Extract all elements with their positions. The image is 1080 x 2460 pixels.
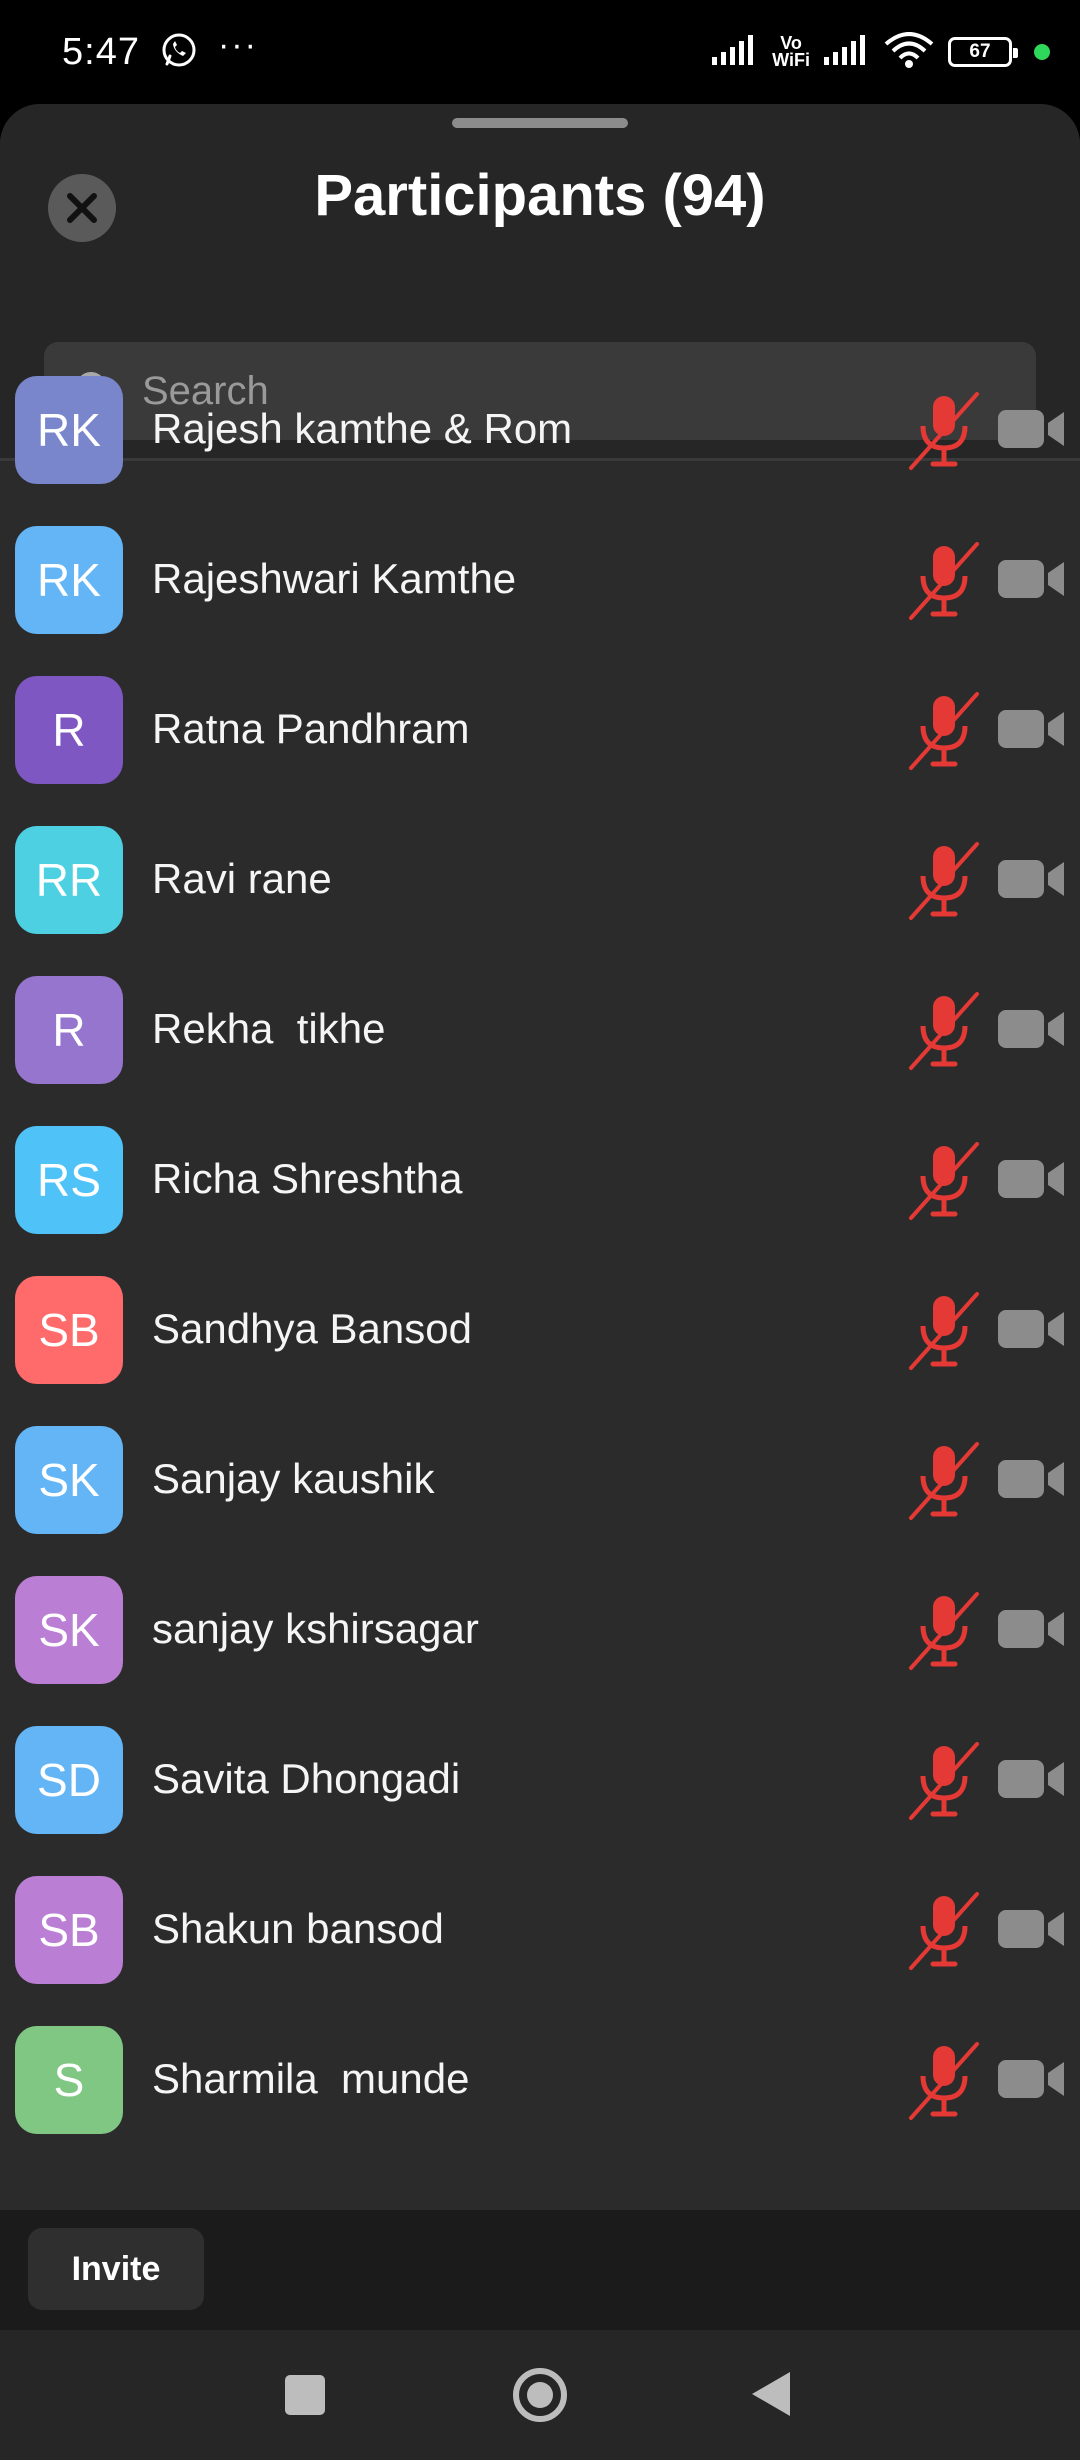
participant-row[interactable]: SD Savita Dhongadi: [0, 1704, 1080, 1854]
participant-row[interactable]: SB Shakun bansod: [0, 1854, 1080, 2004]
video-camera-icon[interactable]: [998, 706, 1066, 752]
recent-apps-icon[interactable]: [285, 2375, 325, 2415]
status-time: 5:47: [62, 30, 140, 73]
avatar: SK: [15, 1426, 123, 1534]
participant-name: Sharmila munde: [152, 2055, 470, 2102]
video-camera-icon[interactable]: [998, 1306, 1066, 1352]
footer-bar: Invite: [0, 2210, 1080, 2330]
avatar: RK: [15, 526, 123, 634]
vowifi-indicator: Vo WiFi: [772, 34, 810, 70]
whatsapp-icon: [160, 31, 198, 74]
status-bar: 5:47 ··· Vo WiFi 67: [0, 0, 1080, 104]
participant-name: sanjay kshirsagar: [152, 1605, 479, 1652]
participant-name: Rekha tikhe: [152, 1005, 386, 1052]
signal-icon: [712, 34, 758, 70]
avatar: SK: [15, 1576, 123, 1684]
participant-row[interactable]: RR Ravi rane: [0, 804, 1080, 954]
avatar: R: [15, 976, 123, 1084]
participant-name: Ravi rane: [152, 855, 332, 902]
avatar: RK: [15, 376, 123, 484]
battery-icon: 67: [948, 37, 1018, 67]
participant-name: Richa Shreshtha: [152, 1155, 463, 1202]
video-camera-icon[interactable]: [998, 1906, 1066, 1952]
participant-row[interactable]: SK sanjay kshirsagar: [0, 1554, 1080, 1704]
signal-icon-2: [824, 34, 870, 70]
participant-name: Sanjay kaushik: [152, 1455, 435, 1502]
participant-name: Rajeshwari Kamthe: [152, 555, 517, 602]
video-camera-icon[interactable]: [998, 556, 1066, 602]
participant-row[interactable]: SK Sanjay kaushik: [0, 1404, 1080, 1554]
avatar: RS: [15, 1126, 123, 1234]
back-icon[interactable]: [752, 2372, 790, 2416]
video-camera-icon[interactable]: [998, 2056, 1066, 2102]
mic-muted-icon[interactable]: [905, 838, 985, 924]
participant-row[interactable]: RK Rajesh kamthe & Rom: [0, 354, 1080, 504]
mic-muted-icon[interactable]: [905, 1438, 985, 1524]
mic-muted-icon[interactable]: [905, 388, 985, 474]
mic-muted-icon[interactable]: [905, 1738, 985, 1824]
avatar: SB: [15, 1276, 123, 1384]
video-camera-icon[interactable]: [998, 1456, 1066, 1502]
privacy-indicator-dot: [1034, 44, 1050, 60]
video-camera-icon[interactable]: [998, 406, 1066, 452]
participant-name: Shakun bansod: [152, 1905, 444, 1952]
status-right: Vo WiFi 67: [712, 31, 1050, 73]
participant-name: Ratna Pandhram: [152, 705, 470, 752]
navigation-bar: [0, 2330, 1080, 2460]
avatar: R: [15, 676, 123, 784]
status-left: 5:47 ···: [62, 26, 258, 74]
participant-row[interactable]: R Ratna Pandhram: [0, 654, 1080, 804]
participant-row[interactable]: SB Sandhya Bansod: [0, 1254, 1080, 1404]
mic-muted-icon[interactable]: [905, 2038, 985, 2124]
avatar: RR: [15, 826, 123, 934]
avatar: S: [15, 2026, 123, 2134]
mic-muted-icon[interactable]: [905, 688, 985, 774]
video-camera-icon[interactable]: [998, 856, 1066, 902]
page-title: Participants (94): [314, 163, 766, 228]
participant-row[interactable]: RS Richa Shreshtha: [0, 1104, 1080, 1254]
mic-muted-icon[interactable]: [905, 538, 985, 624]
avatar: SB: [15, 1876, 123, 1984]
participant-name: Sandhya Bansod: [152, 1305, 472, 1352]
video-camera-icon[interactable]: [998, 1606, 1066, 1652]
participant-row[interactable]: R Rekha tikhe: [0, 954, 1080, 1104]
participant-list[interactable]: RK Rajesh kamthe & Rom RK Rajeshwari Kamthe…: [0, 354, 1080, 2154]
vowifi-bottom: WiFi: [772, 50, 810, 70]
participant-name: Rajesh kamthe & Rom: [152, 405, 573, 452]
mic-muted-icon[interactable]: [905, 1888, 985, 1974]
avatar: SD: [15, 1726, 123, 1834]
mic-muted-icon[interactable]: [905, 1288, 985, 1374]
home-icon[interactable]: [513, 2368, 567, 2422]
mic-muted-icon[interactable]: [905, 988, 985, 1074]
drag-handle[interactable]: [452, 118, 628, 128]
video-camera-icon[interactable]: [998, 1756, 1066, 1802]
participant-row[interactable]: RK Rajeshwari Kamthe: [0, 504, 1080, 654]
video-camera-icon[interactable]: [998, 1156, 1066, 1202]
participant-name: Savita Dhongadi: [152, 1755, 461, 1802]
mic-muted-icon[interactable]: [905, 1138, 985, 1224]
more-notifications-icon: ···: [217, 25, 258, 64]
participant-row[interactable]: S Sharmila munde: [0, 2004, 1080, 2154]
mic-muted-icon[interactable]: [905, 1588, 985, 1674]
video-camera-icon[interactable]: [998, 1006, 1066, 1052]
wifi-icon: [884, 31, 934, 73]
invite-button[interactable]: Invite: [28, 2228, 204, 2310]
battery-level: 67: [969, 41, 991, 62]
